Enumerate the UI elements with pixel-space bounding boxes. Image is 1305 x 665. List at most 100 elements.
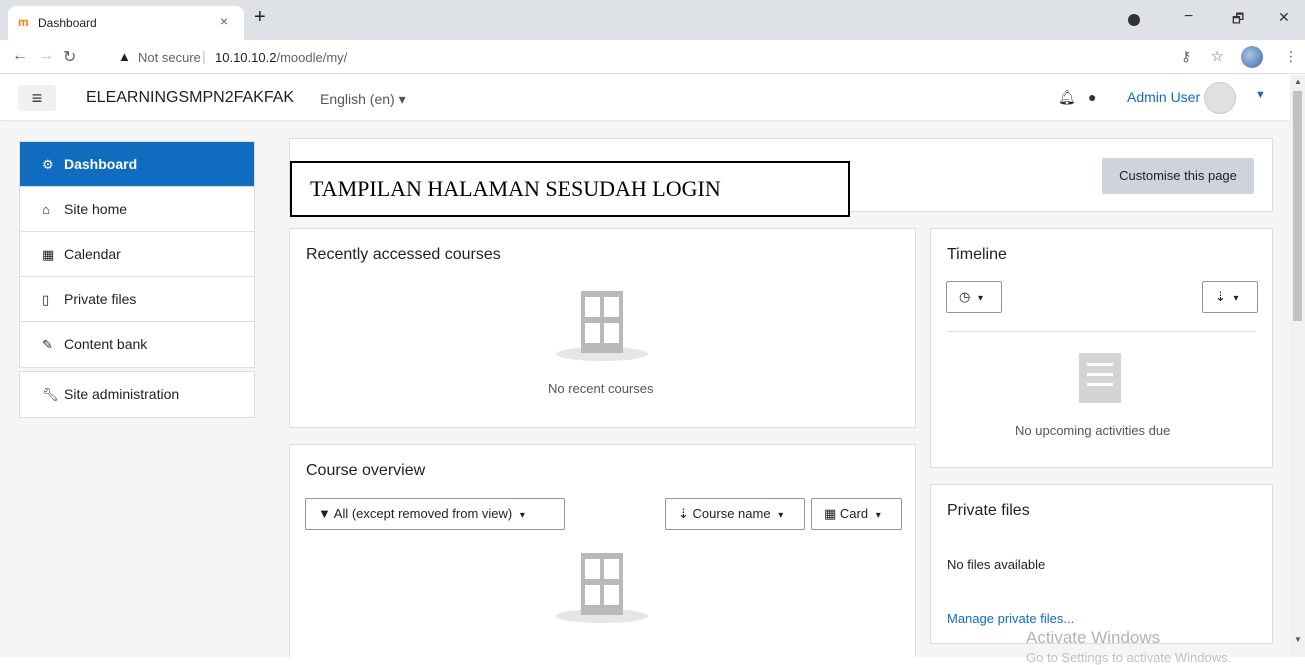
no-recent-courses-text: No recent courses (548, 381, 654, 396)
sidebar-item-site-administration[interactable]: 🔧︎ Site administration (20, 372, 254, 417)
url-text[interactable]: 10.10.10.2/moodle/my/ (215, 50, 347, 65)
sort-icon: ⇣ (678, 506, 689, 521)
grid-icon: ▦ (824, 506, 837, 521)
page-header: TAMPILAN HALAMAN SESUDAH LOGIN Customise… (289, 138, 1273, 217)
nav-drawer-admin: 🔧︎ Site administration (19, 371, 255, 418)
no-courses-icon (556, 553, 648, 633)
forward-arrow-icon[interactable]: → (38, 47, 54, 65)
timeline-sort-dropdown[interactable]: ⇣ ▾ (1202, 281, 1258, 313)
icon-tile (585, 559, 600, 579)
wrench-icon: 🔧︎ (42, 387, 59, 402)
course-filter-label: All (except removed from view) (333, 506, 513, 521)
not-secure-label[interactable]: Not secure (138, 50, 201, 65)
icon-tile (604, 559, 619, 579)
url-bar[interactable]: ▲ Not secure | 10.10.10.2/moodle/my/ (104, 44, 1184, 70)
activate-windows-watermark: Activate Windows (1026, 628, 1161, 647)
manage-private-files-link[interactable]: Manage private files... (947, 611, 1074, 626)
timeline-divider (947, 331, 1256, 332)
sidebar-item-label: Content bank (64, 336, 148, 352)
warning-icon: ▲ (118, 49, 131, 64)
browser-account-avatar[interactable] (1241, 46, 1263, 68)
customise-page-button[interactable]: Customise this page (1102, 158, 1254, 194)
icon-tile (604, 585, 619, 605)
hamburger-menu-icon[interactable]: ≡ (18, 85, 56, 111)
timeline-title: Timeline (947, 246, 1007, 263)
icon-line (1087, 363, 1113, 366)
private-files-block: Private files No files available Manage … (930, 484, 1273, 644)
clock-icon: ◷ (959, 289, 971, 304)
url-separator: | (202, 48, 206, 64)
chevron-down-icon: ▾ (875, 510, 881, 521)
icon-tile (585, 297, 600, 317)
key-icon[interactable]: ⚷ (1181, 48, 1191, 65)
icon-line (1087, 373, 1113, 376)
icon-panel (581, 553, 623, 615)
sort-icon: ⇣ (1215, 289, 1226, 304)
chevron-down-icon: ▾ (977, 293, 983, 304)
browser-profile-icon[interactable] (1128, 14, 1140, 26)
bell-icon[interactable]: 🔔︎ (1058, 89, 1076, 106)
page-scrollbar[interactable]: ▲ ▼ (1290, 75, 1305, 657)
private-files-title: Private files (947, 502, 1030, 519)
sidebar-item-dashboard[interactable]: ⚙ Dashboard (20, 142, 254, 187)
new-tab-button[interactable]: + (254, 7, 266, 27)
site-name[interactable]: ELEARNINGSMPN2FAKFAK (86, 89, 294, 107)
course-overview-title: Course overview (306, 462, 426, 479)
back-arrow-icon[interactable]: ← (12, 47, 28, 65)
browser-menu-icon[interactable]: ⋮ (1284, 48, 1298, 65)
dashboard-icon: ⚙ (42, 157, 54, 172)
course-filter-dropdown[interactable]: ▼ All (except removed from view) ▾ (305, 498, 565, 530)
sidebar-item-private-files[interactable]: ▯ Private files (20, 277, 254, 322)
icon-tile (604, 323, 619, 343)
close-window-button[interactable]: ✕ (1278, 9, 1290, 26)
no-files-text: No files available (947, 557, 1046, 572)
sidebar-item-site-home[interactable]: ⌂ Site home (20, 187, 254, 232)
annotation-label: TAMPILAN HALAMAN SESUDAH LOGIN (290, 161, 850, 217)
sidebar-item-content-bank[interactable]: ✎ Content bank (20, 322, 254, 367)
tab-close-icon[interactable]: × (220, 13, 228, 29)
course-sort-dropdown[interactable]: ⇣ Course name ▾ (665, 498, 805, 530)
course-view-dropdown[interactable]: ▦ Card ▾ (811, 498, 902, 530)
tab-title: Dashboard (38, 16, 97, 30)
recent-courses-title: Recently accessed courses (306, 246, 501, 263)
recent-courses-block: Recently accessed courses No recent cour… (289, 228, 916, 428)
maximize-button[interactable]: 🗗 (1232, 10, 1244, 32)
timeline-block: Timeline ◷ ▾ ⇣ ▾ No upcoming activities … (930, 228, 1273, 468)
user-avatar[interactable] (1204, 82, 1236, 114)
sidebar-item-calendar[interactable]: ▦ Calendar (20, 232, 254, 277)
chevron-down-icon: ▾ (1233, 293, 1239, 304)
chevron-down-icon: ▾ (778, 510, 784, 521)
language-selector[interactable]: English (en) ▾ (320, 91, 406, 108)
filter-icon: ▼ (318, 506, 331, 521)
home-icon: ⌂ (42, 202, 50, 217)
file-icon: ▯ (42, 292, 50, 307)
chevron-down-icon: ▾ (519, 510, 525, 521)
minimize-button[interactable]: − (1184, 8, 1193, 26)
nav-drawer: ⚙ Dashboard ⌂ Site home ▦ Calendar ▯ Pri… (19, 141, 255, 368)
sidebar-item-label: Dashboard (64, 156, 138, 172)
course-overview-block: Course overview ▼ All (except removed fr… (289, 444, 916, 657)
course-sort-label: Course name (692, 506, 771, 521)
scroll-down-icon[interactable]: ▼ (1294, 635, 1302, 644)
brush-icon: ✎ (42, 337, 53, 352)
scroll-thumb[interactable] (1293, 91, 1302, 321)
sidebar-item-label: Site home (64, 201, 128, 217)
browser-tab[interactable]: m Dashboard × (8, 6, 244, 40)
calendar-icon: ▦ (42, 247, 55, 262)
timeline-date-filter[interactable]: ◷ ▾ (946, 281, 1002, 313)
sidebar-item-label: Private files (64, 291, 137, 307)
user-name[interactable]: Admin User (1127, 89, 1200, 105)
moodle-favicon-icon: m (18, 15, 29, 29)
url-host: 10.10.10.2 (215, 50, 277, 65)
icon-line (1087, 383, 1113, 386)
icon-tile (585, 323, 600, 343)
user-menu-caret-icon[interactable]: ▼ (1255, 89, 1266, 101)
star-icon[interactable]: ☆ (1211, 48, 1224, 65)
icon-tile (604, 297, 619, 317)
scroll-up-icon[interactable]: ▲ (1294, 77, 1302, 86)
reload-icon[interactable]: ↻ (63, 47, 76, 67)
address-bar-row: ← → ↻ ▲ Not secure | 10.10.10.2/moodle/m… (0, 40, 1305, 74)
browser-tab-strip: m Dashboard × + − 🗗 ✕ (0, 0, 1305, 40)
chat-icon[interactable]: ● (1088, 89, 1096, 105)
icon-tile (585, 585, 600, 605)
